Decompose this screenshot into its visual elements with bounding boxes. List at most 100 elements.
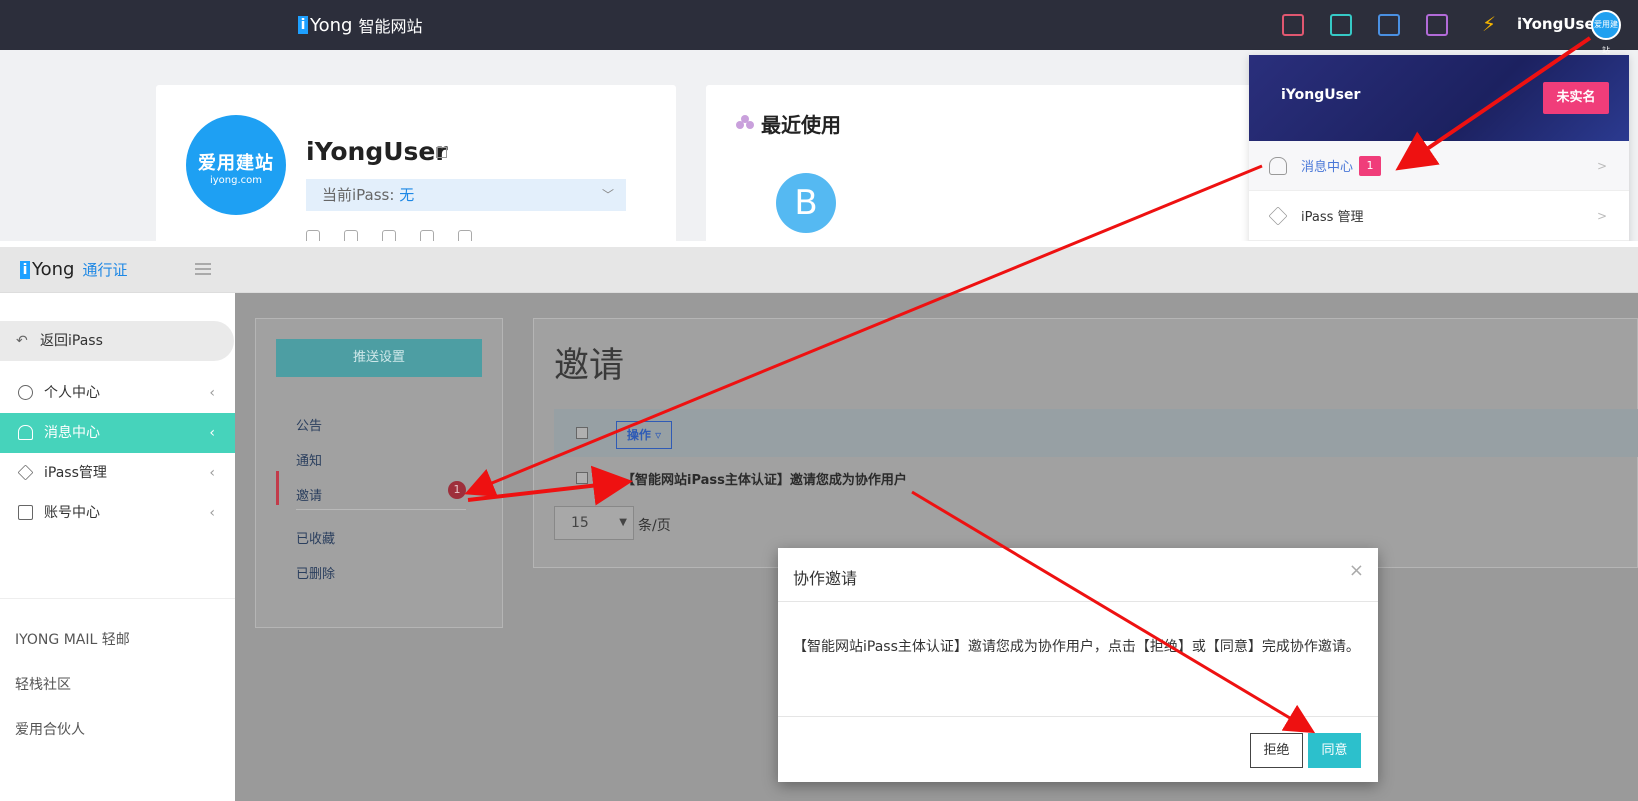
invite-toolbar: 操作 ▿	[554, 409, 1638, 457]
inbox-announcements[interactable]: 公告	[296, 415, 322, 434]
sidebar-item-personal[interactable]: 个人中心 ‹	[0, 373, 235, 413]
top-user-name[interactable]: iYongUser	[1517, 15, 1602, 33]
sidebar-item-account[interactable]: 账号中心 ‹	[0, 493, 235, 533]
plane-icon[interactable]	[458, 230, 472, 241]
push-settings-button[interactable]: 推送设置	[276, 339, 482, 377]
pass-brand-logo[interactable]: i Yong 通行证	[20, 259, 127, 280]
current-ipass-select[interactable]: 当前iPass: 无 ﹀	[306, 179, 626, 211]
dropdown-header: iYongUser 未实名	[1249, 55, 1629, 141]
inbox-notifications[interactable]: 通知	[296, 450, 322, 469]
message-count-badge: 1	[1359, 155, 1382, 176]
chevron-right-icon: >	[1596, 208, 1607, 223]
home-icon[interactable]	[1282, 14, 1304, 36]
inbox-divider	[296, 509, 466, 510]
page-size-select[interactable]: 15 ▼	[554, 506, 634, 540]
active-indicator	[276, 471, 279, 505]
layers-icon	[17, 464, 34, 481]
verify-button[interactable]: 未实名	[1543, 82, 1609, 114]
dots-icon	[736, 115, 754, 129]
profile-mini-icons	[306, 230, 496, 241]
sidebar-divider	[0, 598, 235, 599]
building-icon[interactable]	[1378, 14, 1400, 36]
link-community[interactable]: 轻栈社区	[15, 674, 71, 694]
top-screenshot: i Yong 智能网站 ⚡ iYongUser 爱用建站 爱用建站 iyong.…	[0, 0, 1638, 241]
profile-name: iYongUser	[306, 137, 448, 166]
inbox-panel: 推送设置 公告 通知 邀请 1 已收藏 已删除	[255, 318, 503, 628]
brand-subtitle: 通行证	[82, 261, 128, 279]
agree-button[interactable]: 同意	[1308, 733, 1361, 768]
inbox-invitations[interactable]: 邀请	[296, 485, 322, 504]
sidebar: ↶ 返回iPass 个人中心 ‹ 消息中心 ‹ iPass管理 ‹ 账号中心 ‹…	[0, 293, 235, 801]
top-nav-icons	[1282, 14, 1474, 36]
link-iyong-mail[interactable]: IYONG MAIL 轻邮	[15, 629, 130, 649]
bell-icon	[1269, 156, 1287, 175]
layers-icon	[1268, 205, 1288, 226]
recent-site-b[interactable]: B	[776, 173, 836, 233]
inbox-favorites[interactable]: 已收藏	[296, 528, 335, 547]
sidebar-item-messages[interactable]: 消息中心 ‹	[0, 413, 235, 453]
select-all-checkbox[interactable]	[576, 427, 588, 439]
wallet-icon	[18, 505, 33, 520]
bolt-icon[interactable]: ⚡	[1482, 12, 1496, 36]
dropdown-ipass-manage[interactable]: iPass 管理 >	[1249, 191, 1629, 241]
brand-subtitle: 智能网站	[358, 17, 423, 36]
dropdown-message-center[interactable]: 消息中心 1 >	[1249, 141, 1629, 191]
sidebar-item-label: 账号中心	[44, 505, 100, 521]
palette-icon[interactable]	[344, 230, 358, 241]
inbox-deleted[interactable]: 已删除	[296, 563, 335, 582]
profile-avatar: 爱用建站 iyong.com	[186, 115, 286, 215]
invite-modal: 协作邀请 × 【智能网站iPass主体认证】邀请您成为协作用户，点击【拒绝】或【…	[778, 548, 1378, 782]
close-icon[interactable]: ×	[1349, 560, 1364, 581]
menu-icon[interactable]	[195, 263, 211, 275]
brand-i-mark: i	[20, 260, 30, 279]
back-to-ipass-button[interactable]: ↶ 返回iPass	[0, 321, 234, 361]
brand-name: Yong	[32, 259, 75, 280]
chevron-left-icon: ‹	[209, 505, 215, 521]
sidebar-item-label: 消息中心	[44, 425, 100, 441]
monitor-icon[interactable]	[1330, 14, 1352, 36]
chevron-down-icon: ▿	[650, 428, 662, 442]
chevron-left-icon: ‹	[209, 385, 215, 401]
ipass-label: 当前iPass:	[322, 186, 400, 204]
invite-count-badge: 1	[448, 481, 466, 499]
recent-card: 最近使用 B	[706, 85, 1266, 241]
sidebar-item-label: 个人中心	[44, 385, 100, 401]
bell-icon	[18, 425, 33, 440]
link-partner[interactable]: 爱用合伙人	[15, 719, 85, 739]
chevron-down-icon: ﹀	[601, 188, 614, 202]
caret-down-icon: ▼	[619, 517, 627, 528]
invite-panel: 邀请 操作 ▿ 【智能网站iPass主体认证】邀请您成为协作用户 15 ▼ 条/…	[533, 318, 1638, 568]
pass-header: i Yong 通行证	[0, 247, 1638, 293]
top-brand-logo[interactable]: i Yong 智能网站	[298, 13, 422, 37]
ipass-value: 无	[399, 186, 415, 204]
id-card-icon[interactable]	[306, 230, 320, 241]
user-dropdown: iYongUser 未实名 消息中心 1 > iPass 管理 >	[1249, 55, 1629, 241]
edit-icon[interactable]	[436, 147, 447, 158]
user-icon	[18, 385, 33, 400]
invite-row-link[interactable]: 【智能网站iPass主体认证】邀请您成为协作用户	[622, 469, 907, 488]
sidebar-item-ipass[interactable]: iPass管理 ‹	[0, 453, 235, 493]
avatar-line2: iyong.com	[209, 175, 263, 186]
page-size-unit: 条/页	[638, 518, 671, 534]
bag-icon[interactable]	[1426, 14, 1448, 36]
ipass-manage-label: iPass 管理	[1301, 210, 1364, 225]
modal-body: 【智能网站iPass主体认证】邀请您成为协作用户，点击【拒绝】或【同意】完成协作…	[793, 639, 1360, 655]
target-icon[interactable]	[420, 230, 434, 241]
top-avatar[interactable]: 爱用建站	[1591, 10, 1621, 55]
modal-title: 协作邀请	[793, 569, 858, 588]
page-title: 邀请	[554, 346, 625, 386]
row-checkbox[interactable]	[576, 472, 588, 484]
dropdown-user-name: iYongUser	[1281, 87, 1361, 103]
operation-label: 操作	[626, 428, 651, 442]
operation-dropdown-button[interactable]: 操作 ▿	[616, 421, 672, 449]
avatar-line1: 爱用建站	[198, 153, 274, 174]
back-arrow-icon: ↶	[16, 333, 28, 349]
chevron-left-icon: ‹	[209, 465, 215, 481]
modal-footer: 拒绝 同意	[778, 716, 1378, 782]
chevron-right-icon: >	[1596, 158, 1607, 173]
modal-header: 协作邀请 ×	[778, 548, 1378, 602]
phone-icon[interactable]	[382, 230, 396, 241]
back-label: 返回iPass	[40, 333, 103, 349]
reject-button[interactable]: 拒绝	[1250, 733, 1303, 768]
top-navbar: i Yong 智能网站 ⚡ iYongUser 爱用建站	[0, 0, 1638, 55]
